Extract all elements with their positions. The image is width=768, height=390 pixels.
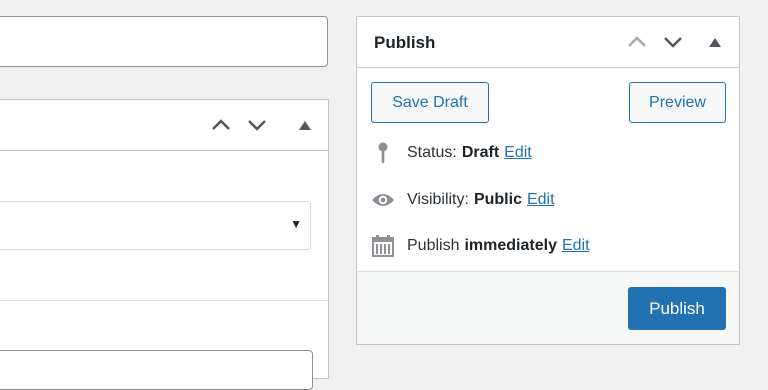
toggle-panel-button[interactable] [291,100,319,150]
preview-button[interactable]: Preview [629,82,726,123]
publish-button[interactable]: Publish [628,287,726,330]
visibility-edit-link[interactable]: Edit [527,191,555,209]
chevron-down-icon [248,120,266,131]
schedule-value: immediately [464,237,557,254]
triangle-up-icon [709,37,721,47]
move-up-button[interactable] [207,100,235,150]
left-metabox-select[interactable]: ▼ [0,201,311,250]
visibility-row: Visibility: Public Edit [371,188,555,212]
publish-move-down-button[interactable] [659,17,687,67]
status-edit-link[interactable]: Edit [504,144,532,162]
publish-move-up-button[interactable] [623,17,651,67]
publish-metabox-title: Publish [374,33,436,52]
publish-metabox: Publish Save Draft Preview Status: Draft… [356,16,740,345]
status-value: Draft [461,144,500,161]
publish-toggle-panel-button[interactable] [701,17,729,67]
chevron-up-icon [628,36,646,47]
move-down-button[interactable] [243,100,271,150]
publish-actions: Publish [357,271,739,344]
divider [0,300,328,301]
chevron-up-icon [212,119,230,130]
post-title-input[interactable] [0,16,328,67]
schedule-label: Publish [407,237,460,254]
publish-metabox-header: Publish [357,17,739,68]
triangle-up-icon [299,120,311,130]
left-metabox-input[interactable] [0,350,313,390]
calendar-icon [371,234,395,258]
pin-icon [371,141,395,165]
schedule-edit-link[interactable]: Edit [562,237,590,255]
schedule-row: Publish immediately Edit [371,234,590,258]
visibility-label: Visibility: [407,191,469,208]
visibility-value: Public [473,191,522,208]
status-label: Status: [407,144,457,161]
save-draft-button[interactable]: Save Draft [371,82,489,123]
left-metabox-header [0,100,328,151]
select-arrow-icon: ▼ [290,217,302,231]
chevron-down-icon [664,37,682,48]
status-row: Status: Draft Edit [371,141,532,165]
left-metabox: ▼ [0,99,329,390]
eye-icon [371,188,395,212]
